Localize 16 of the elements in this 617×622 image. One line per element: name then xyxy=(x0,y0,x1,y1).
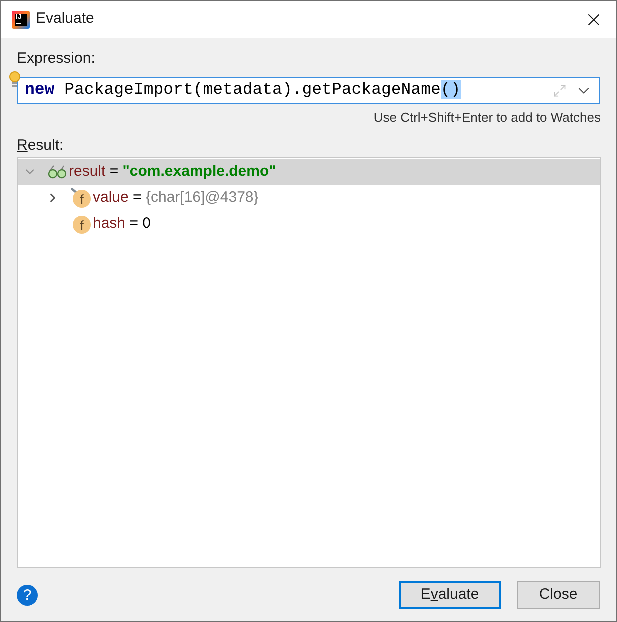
result-label: Result: xyxy=(17,137,64,155)
window-title: Evaluate xyxy=(36,9,94,30)
help-icon[interactable]: ? xyxy=(17,584,38,606)
field-icon: f xyxy=(71,188,91,208)
dialog-button[interactable]: Close xyxy=(517,581,600,609)
tree-node-label: hash = 0 xyxy=(93,214,151,234)
tree-node-label: result = "com.example.demo" xyxy=(69,162,276,182)
dialog-button[interactable]: Evaluate xyxy=(399,581,501,609)
watches-hint: Use Ctrl+Shift+Enter to add to Watches xyxy=(374,110,601,126)
tree-row[interactable]: result = "com.example.demo" xyxy=(18,159,600,185)
expression-label: Expression: xyxy=(17,50,96,68)
field-icon: f xyxy=(71,214,91,234)
glasses-icon xyxy=(48,165,67,179)
lightbulb-icon[interactable] xyxy=(9,71,21,89)
expression-field[interactable]: new PackageImport(metadata).getPackageName() xyxy=(17,77,600,104)
tree-node-label: value = {char[16]@4378} xyxy=(93,188,259,208)
